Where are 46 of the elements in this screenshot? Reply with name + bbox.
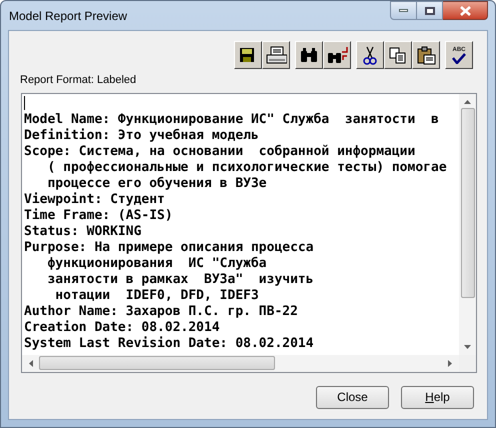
report-line: Purpose: На примере описания процесса (24, 240, 314, 256)
binoculars-arrows-icon (326, 46, 348, 64)
report-format-label: Report Format: Labeled (20, 73, 138, 88)
close-icon (460, 6, 470, 16)
scrollbar-thumb[interactable] (460, 108, 474, 298)
report-line: Time Frame: (AS-IS) (24, 208, 173, 224)
dialog-button[interactable]: Help (401, 386, 474, 408)
scrollbar-thumb[interactable] (39, 356, 275, 370)
report-line: функционирования ИС "Служба (46, 256, 267, 272)
dialog-button[interactable]: Close (316, 386, 389, 408)
report-line: нотации IDEF0, DFD, IDEF3 (54, 288, 259, 304)
report-line: Status: WORKING (24, 224, 142, 240)
scroll-right-icon[interactable] (448, 360, 452, 366)
window-title: Model Report Preview (8, 8, 128, 24)
report-line: Definition: Это учебная модель (24, 128, 259, 144)
text-cursor (24, 96, 25, 110)
report-line: ( профессиональные и психологические тесты) помогае (46, 160, 447, 176)
print-button[interactable] (262, 41, 290, 69)
find-button[interactable] (295, 41, 323, 69)
report-line: процессе его обучения в ВУЗе (46, 176, 267, 192)
report-line: Viewpoint: Студент (24, 192, 165, 208)
paste-button[interactable] (412, 41, 440, 69)
report-line: Scope: Система, на основании собранной информации (24, 144, 416, 160)
check-icon (452, 52, 466, 64)
clipboard-icon (416, 46, 436, 64)
report-line: Author Name: Захаров П.С. гр. ПВ-22 (24, 304, 298, 320)
maximize-button[interactable] (417, 1, 443, 20)
minimize-button[interactable] (390, 1, 417, 20)
scroll-up-icon[interactable] (464, 100, 471, 104)
close-button[interactable] (443, 1, 488, 20)
report-line: Model Name: Функционирование ИС" Служба занятости в (24, 112, 439, 128)
report-line: Creation Date: 08.02.2014 (24, 320, 220, 336)
printer-icon (266, 46, 286, 64)
replace-button[interactable] (323, 41, 351, 69)
copy-icon (388, 46, 408, 64)
save-button[interactable] (234, 41, 262, 69)
report-text-area[interactable] (21, 92, 477, 372)
scroll-down-icon[interactable] (464, 344, 471, 348)
scroll-left-icon[interactable] (29, 360, 33, 366)
report-line: занятости в рамках ВУЗа" изучить (46, 272, 314, 288)
vertical-scrollbar[interactable] (459, 94, 476, 354)
horizontal-scrollbar[interactable] (22, 354, 459, 372)
report-line: System Last Revision Date: 08.02.2014 (24, 336, 314, 352)
binoculars-icon (298, 46, 320, 64)
cut-button[interactable] (356, 41, 384, 69)
copy-button[interactable] (384, 41, 412, 69)
